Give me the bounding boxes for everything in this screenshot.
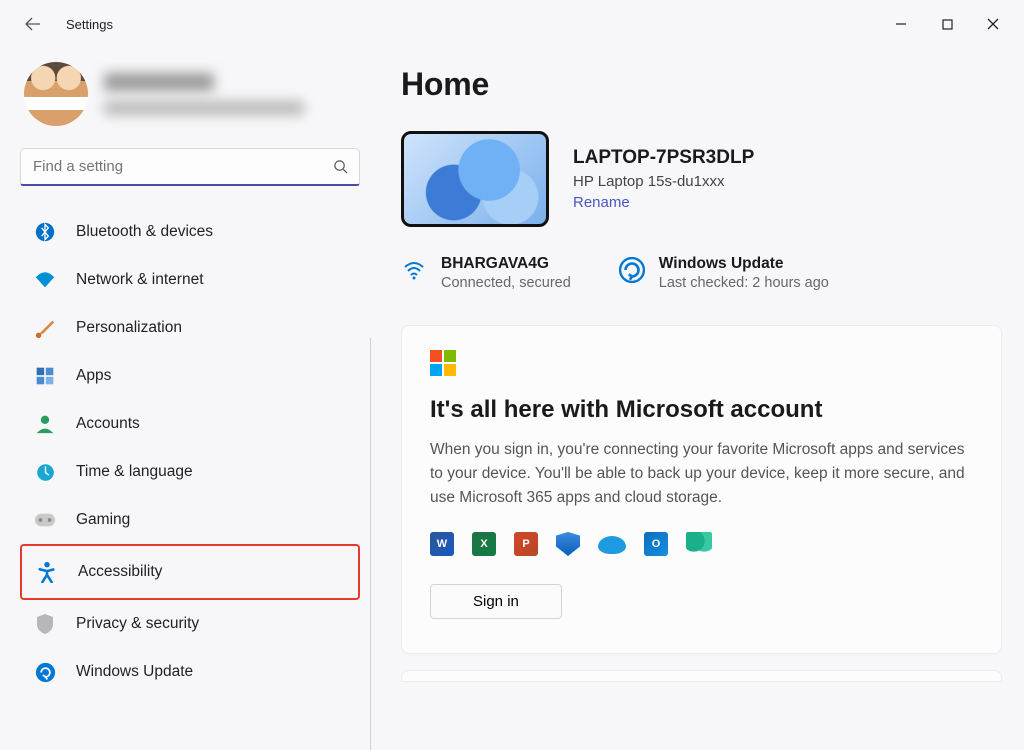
sidebar-item-label: Personalization [76, 319, 182, 337]
sign-in-button[interactable]: Sign in [430, 584, 562, 619]
status-row: BHARGAVA4G Connected, secured Windows Up… [401, 255, 1002, 291]
globe-clock-icon [34, 461, 56, 483]
next-card-peek [401, 670, 1002, 682]
page-title: Home [401, 66, 1002, 103]
wifi-icon [401, 257, 427, 283]
sidebar-item-label: Accounts [76, 415, 140, 433]
card-heading: It's all here with Microsoft account [430, 396, 973, 424]
family-icon [686, 532, 712, 554]
gamepad-icon [34, 509, 56, 531]
rename-link[interactable]: Rename [573, 194, 754, 211]
update-name: Windows Update [659, 255, 829, 273]
back-button[interactable] [24, 15, 42, 33]
search-input[interactable] [31, 157, 333, 176]
profile-block[interactable] [20, 62, 360, 126]
search-icon [333, 159, 349, 175]
card-body: When you sign in, you're connecting your… [430, 438, 970, 510]
sidebar-item-label: Gaming [76, 511, 130, 529]
sidebar-item-time[interactable]: Time & language [20, 448, 360, 496]
sidebar-item-label: Time & language [76, 463, 193, 481]
person-icon [34, 413, 56, 435]
device-model: HP Laptop 15s-du1xxx [573, 173, 754, 190]
excel-icon: X [472, 532, 496, 556]
titlebar: Settings [0, 0, 1024, 48]
sidebar-item-label: Bluetooth & devices [76, 223, 213, 241]
update-icon [34, 661, 56, 683]
outlook-icon: O [644, 532, 668, 556]
sidebar-item-update[interactable]: Windows Update [20, 648, 360, 696]
close-button[interactable] [970, 8, 1016, 40]
device-name: LAPTOP-7PSR3DLP [573, 147, 754, 169]
sidebar-item-network[interactable]: Network & internet [20, 256, 360, 304]
sidebar-item-bluetooth[interactable]: Bluetooth & devices [20, 208, 360, 256]
wifi-name: BHARGAVA4G [441, 255, 571, 273]
microsoft-logo-icon [430, 350, 456, 376]
avatar [24, 62, 88, 126]
sidebar-item-accessibility[interactable]: Accessibility [20, 544, 360, 600]
accessibility-icon [36, 561, 58, 583]
device-info: LAPTOP-7PSR3DLP HP Laptop 15s-du1xxx Ren… [573, 147, 754, 211]
wifi-icon [34, 269, 56, 291]
apps-icon [34, 365, 56, 387]
onedrive-icon [598, 536, 626, 554]
profile-text [104, 73, 304, 115]
sidebar-item-personalization[interactable]: Personalization [20, 304, 360, 352]
sidebar-item-label: Accessibility [78, 563, 162, 581]
word-icon: W [430, 532, 454, 556]
sidebar-item-label: Windows Update [76, 663, 193, 681]
sidebar-item-gaming[interactable]: Gaming [20, 496, 360, 544]
window-title: Settings [66, 17, 113, 32]
wifi-status[interactable]: BHARGAVA4G Connected, secured [401, 255, 571, 291]
shield-icon [34, 613, 56, 635]
brush-icon [34, 317, 56, 339]
device-row: LAPTOP-7PSR3DLP HP Laptop 15s-du1xxx Ren… [401, 131, 1002, 227]
maximize-button[interactable] [924, 8, 970, 40]
app-icon-row: W X P O [430, 532, 973, 556]
minimize-button[interactable] [878, 8, 924, 40]
search-box[interactable] [20, 148, 360, 186]
defender-icon [556, 532, 580, 556]
update-icon [619, 257, 645, 283]
sidebar-item-apps[interactable]: Apps [20, 352, 360, 400]
ms-account-card: It's all here with Microsoft account Whe… [401, 325, 1002, 654]
nav-list: Bluetooth & devices Network & internet P… [20, 208, 360, 696]
update-status[interactable]: Windows Update Last checked: 2 hours ago [619, 255, 829, 291]
wifi-substatus: Connected, secured [441, 275, 571, 291]
window-controls [878, 8, 1016, 40]
sidebar-item-label: Apps [76, 367, 111, 385]
update-substatus: Last checked: 2 hours ago [659, 275, 829, 291]
bluetooth-icon [34, 221, 56, 243]
device-thumbnail [401, 131, 549, 227]
sidebar: Bluetooth & devices Network & internet P… [0, 48, 370, 750]
sidebar-item-label: Network & internet [76, 271, 204, 289]
sidebar-item-privacy[interactable]: Privacy & security [20, 600, 360, 648]
sidebar-item-label: Privacy & security [76, 615, 199, 633]
powerpoint-icon: P [514, 532, 538, 556]
sidebar-item-accounts[interactable]: Accounts [20, 400, 360, 448]
main-content: Home LAPTOP-7PSR3DLP HP Laptop 15s-du1xx… [370, 48, 1024, 750]
